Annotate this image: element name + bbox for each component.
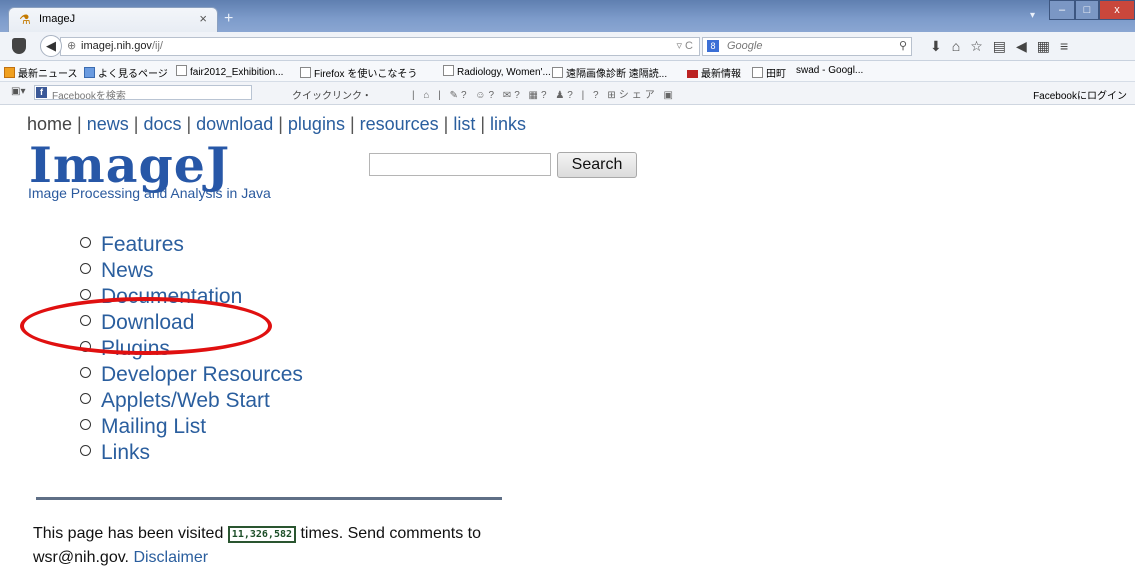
back-button[interactable]: ◀: [40, 35, 62, 57]
nav-news[interactable]: news: [87, 114, 129, 134]
menu-item-mailing-list[interactable]: Mailing List: [80, 414, 303, 440]
home-icon[interactable]: ⌂: [952, 38, 970, 54]
menu-icon[interactable]: ≡: [1060, 38, 1078, 54]
red-highlight-oval: [20, 297, 272, 355]
bullet-icon: [80, 367, 91, 378]
send-icon[interactable]: ◀: [1016, 38, 1037, 54]
bullet-icon: [80, 289, 91, 300]
bullet-icon: [80, 445, 91, 456]
bookmark-item[interactable]: 最新ニュース: [4, 65, 78, 80]
tab-imagej[interactable]: ⚗ ImageJ ×: [8, 7, 218, 32]
nav-download[interactable]: download: [196, 114, 273, 134]
nav-home[interactable]: home: [27, 114, 72, 134]
download-icon[interactable]: ⬇: [930, 38, 952, 54]
footer-text: This page has been visited 11,326,582 ti…: [33, 522, 503, 570]
close-window-button[interactable]: x: [1099, 0, 1135, 20]
bullet-icon: [80, 419, 91, 430]
facebook-tool-icons[interactable]: | ⌂ | ✎? ☺? ✉? ▦? ♟? | ? ⊞シェア ▣: [412, 86, 676, 101]
facebook-login-link[interactable]: Facebookにログイン: [1033, 87, 1127, 102]
tab-bar: ⚗ ImageJ × + ▾ – □ x: [0, 0, 1135, 32]
tab-title: ImageJ: [39, 13, 76, 25]
imagej-favicon-icon: ⚗: [19, 12, 31, 27]
bookmarks-list-icon[interactable]: ▤: [993, 38, 1016, 54]
bullet-icon: [80, 263, 91, 274]
facebook-toolbar: ▣▾ f Facebookを検索 クイックリンク・ | ⌂ | ✎? ☺? ✉?…: [0, 82, 1135, 105]
bookmark-item[interactable]: 田町: [752, 65, 786, 80]
bookmark-item[interactable]: よく見るページ: [84, 65, 168, 80]
url-text: imagej.nih.gov/ij/: [81, 40, 163, 52]
visit-counter: 11,326,582: [227, 526, 297, 543]
quick-link-menu[interactable]: クイックリンク・: [292, 87, 372, 102]
bookmark-item[interactable]: Radiology, Women'...: [443, 65, 551, 78]
bookmark-item[interactable]: 最新情報: [687, 65, 741, 80]
bookmark-item[interactable]: fair2012_Exhibition...: [176, 65, 283, 78]
divider: [36, 497, 502, 500]
nav-docs[interactable]: docs: [143, 114, 181, 134]
menu-item-news[interactable]: News: [80, 258, 303, 284]
globe-icon: ⊕: [67, 40, 77, 52]
bookmark-star-icon[interactable]: ☆: [970, 38, 993, 54]
bookmarks-toolbar: 最新ニュース よく見るページ fair2012_Exhibition... Fi…: [0, 61, 1135, 82]
search-button[interactable]: Search: [557, 152, 637, 178]
menu-item-developer-resources[interactable]: Developer Resources: [80, 362, 303, 388]
tab-list-chevron-icon[interactable]: ▾: [1030, 10, 1035, 21]
menu-item-features[interactable]: Features: [80, 232, 303, 258]
shield-icon[interactable]: [12, 38, 26, 54]
bookmark-item[interactable]: Firefox を使いこなそう: [300, 65, 417, 80]
search-icon[interactable]: ⚲: [899, 39, 907, 52]
nav-links[interactable]: links: [490, 114, 526, 134]
footer-prefix: This page has been visited: [33, 525, 224, 542]
disclaimer-link[interactable]: Disclaimer: [133, 549, 208, 566]
nav-list[interactable]: list: [453, 114, 475, 134]
menu-item-applets-web-start[interactable]: Applets/Web Start: [80, 388, 303, 414]
menu-item-links[interactable]: Links: [80, 440, 303, 466]
site-search-input[interactable]: [369, 153, 551, 176]
tagline: Image Processing and Analysis in Java: [28, 185, 271, 201]
search-engine-input[interactable]: 8 Google ⚲: [702, 37, 912, 56]
bullet-icon: [80, 393, 91, 404]
maximize-button[interactable]: □: [1075, 0, 1099, 20]
search-placeholder: Google: [727, 40, 763, 52]
bullet-icon: [80, 237, 91, 248]
navigation-toolbar: ⊕ imagej.nih.gov/ij/ ▿ C ◀ 8 Google ⚲ ⬇⌂…: [0, 32, 1135, 61]
facebook-search-placeholder: Facebookを検索: [52, 91, 126, 102]
reload-icon[interactable]: ▿ C: [676, 39, 693, 52]
tab-close-icon[interactable]: ×: [199, 11, 207, 26]
facebook-icon: f: [36, 87, 47, 98]
toolbar-menu-icon[interactable]: ▣▾: [11, 86, 25, 97]
nav-plugins[interactable]: plugins: [288, 114, 345, 134]
bookmark-item[interactable]: 遠隔画像診断 遠隔読...: [552, 65, 667, 80]
nav-resources[interactable]: resources: [360, 114, 439, 134]
new-tab-button[interactable]: +: [224, 10, 233, 28]
url-bar[interactable]: ⊕ imagej.nih.gov/ij/ ▿ C: [60, 37, 700, 56]
minimize-button[interactable]: –: [1049, 0, 1075, 20]
toolbar-icons[interactable]: ⬇⌂☆▤◀▦≡: [930, 38, 1078, 55]
addon-icon[interactable]: ▦: [1037, 38, 1060, 54]
site-nav: home | news | docs | download | plugins | resource…: [27, 114, 527, 134]
bookmark-item[interactable]: swad - Googl...: [796, 65, 863, 76]
google-icon: 8: [707, 40, 719, 52]
